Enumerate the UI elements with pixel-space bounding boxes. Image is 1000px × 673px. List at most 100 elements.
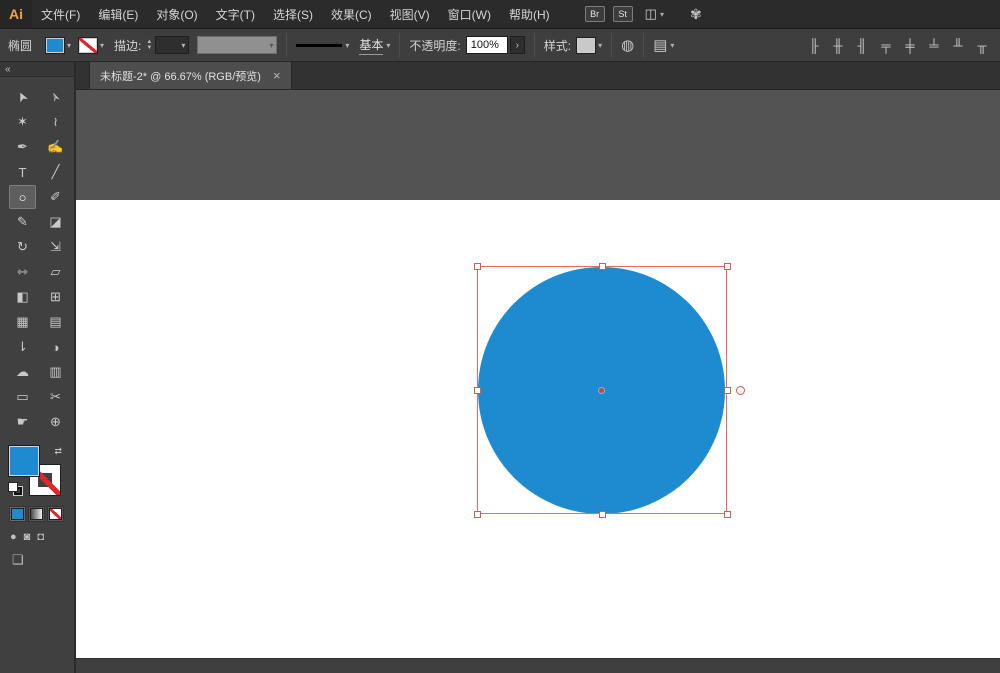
opacity-label: 不透明度: [409, 37, 460, 54]
document-tab[interactable]: 未标题-2* @ 66.67% (RGB/预览) × [89, 62, 292, 89]
menu-help[interactable]: 帮助(H) [500, 0, 559, 28]
free-transform-tool[interactable]: ▱ [42, 260, 69, 284]
workspace-switcher-icon[interactable]: ✾ [690, 6, 702, 23]
opacity-input[interactable] [466, 36, 508, 54]
symbol-sprayer-tool[interactable]: ☁ [9, 360, 36, 384]
type-tool[interactable]: T [9, 160, 36, 184]
menu-view[interactable]: 视图(V) [381, 0, 439, 28]
line-tool[interactable]: ╱ [42, 160, 69, 184]
variable-width-dropdown[interactable]: ▾ [197, 36, 277, 54]
pen-tool[interactable]: ✒ [9, 135, 36, 159]
distribute-h-icon[interactable]: ╥ [972, 38, 992, 53]
context-label: 椭圆 [8, 37, 32, 54]
scale-tool[interactable]: ⇲ [42, 235, 69, 259]
align-bottom-icon[interactable]: ╧ [924, 38, 944, 53]
stroke-caret-icon[interactable]: ▾ [100, 41, 104, 50]
color-button[interactable] [9, 506, 26, 522]
graph-tool[interactable]: ▥ [42, 360, 69, 384]
none-swatch [50, 509, 61, 519]
selection-handle-ne[interactable] [724, 263, 731, 270]
menu-edit[interactable]: 编辑(E) [89, 0, 147, 28]
chevron-down-icon[interactable]: ▾ [670, 41, 674, 50]
selection-handle-e[interactable] [724, 387, 731, 394]
perspective-grid-tool[interactable]: ⊞ [42, 285, 69, 309]
pencil-tool[interactable]: ✎ [9, 210, 36, 234]
menu-object[interactable]: 对象(O) [147, 0, 206, 28]
stock-button[interactable]: St [613, 6, 633, 22]
gradient-swatch [31, 509, 42, 519]
close-tab-icon[interactable]: × [273, 69, 281, 82]
selection-handle-nw[interactable] [474, 263, 481, 270]
stroke-color-swatch[interactable] [79, 38, 97, 53]
menu-effect[interactable]: 效果(C) [322, 0, 381, 28]
slice-tool[interactable]: ✂ [42, 385, 69, 409]
gradient-button[interactable] [28, 506, 45, 522]
fill-caret-icon[interactable]: ▾ [67, 41, 71, 50]
menu-file[interactable]: 文件(F) [32, 0, 89, 28]
draw-behind-icon[interactable]: ◙ [24, 531, 31, 543]
width-tool[interactable]: ⇿ [9, 260, 36, 284]
screen-mode-button[interactable]: ❏ [12, 552, 74, 568]
menu-window[interactable]: 窗口(W) [439, 0, 500, 28]
zoom-tool[interactable]: ⊕ [42, 410, 69, 434]
stroke-weight-stepper[interactable]: ▲ ▼ [146, 39, 152, 51]
collapse-panel-icon[interactable]: « [5, 64, 11, 75]
eyedropper-tool[interactable]: ⇂ [9, 335, 36, 359]
selection-handle-w[interactable] [474, 387, 481, 394]
shape-center-point[interactable] [599, 388, 604, 393]
chevron-down-icon[interactable]: ▾ [660, 10, 664, 19]
distribute-v-icon[interactable]: ╨ [948, 38, 968, 53]
selection-handle-n[interactable] [599, 263, 606, 270]
gradient-tool[interactable]: ▤ [42, 310, 69, 334]
blend-tool[interactable]: ◑ [42, 335, 69, 359]
fill-swatch[interactable] [9, 446, 39, 476]
brush-definition-dropdown[interactable]: 基本 [359, 36, 383, 55]
default-fill-stroke-icon[interactable] [9, 483, 24, 496]
rotate-tool[interactable]: ↻ [9, 235, 36, 259]
brush-caret-icon[interactable]: ▾ [345, 41, 349, 50]
swap-fill-stroke-icon[interactable]: ⇄ [54, 446, 62, 457]
shaper-tool[interactable]: ✍ [42, 135, 69, 159]
arrange-documents-icon[interactable]: ◫ [645, 6, 657, 22]
lasso-tool[interactable]: ≀ [42, 110, 69, 134]
drawing-mode-buttons: ● ◙ ◘ [10, 531, 74, 543]
align-v-center-icon[interactable]: ╪ [900, 38, 920, 53]
stepper-down-icon[interactable]: ▼ [146, 45, 152, 51]
chevron-down-icon: ▾ [181, 41, 185, 50]
illustrator-logo: Ai [0, 0, 32, 28]
artboard-tool[interactable]: ▭ [9, 385, 36, 409]
selection-handle-sw[interactable] [474, 511, 481, 518]
chevron-down-icon[interactable]: ▾ [386, 41, 390, 50]
magic-wand-tool[interactable]: ✶ [9, 110, 36, 134]
shape-builder-tool[interactable]: ◧ [9, 285, 36, 309]
align-top-icon[interactable]: ╤ [876, 38, 896, 53]
mesh-tool[interactable]: ▦ [9, 310, 36, 334]
opacity-panel-button[interactable]: › [510, 36, 525, 54]
graphic-style-swatch[interactable] [577, 38, 595, 53]
paintbrush-tool[interactable]: ✐ [42, 185, 69, 209]
align-right-icon[interactable]: ╢ [852, 38, 872, 53]
align-h-center-icon[interactable]: ╫ [828, 38, 848, 53]
document-viewport[interactable] [76, 90, 1000, 673]
stroke-weight-dropdown[interactable]: ▾ [155, 36, 189, 54]
draw-inside-icon[interactable]: ◘ [37, 531, 44, 543]
document-setup-icon[interactable]: ▤ [653, 36, 667, 54]
fill-color-swatch[interactable] [46, 38, 64, 53]
selection-handle-s[interactable] [599, 511, 606, 518]
align-left-icon[interactable]: ╟ [804, 38, 824, 53]
ellipse-tool[interactable]: ○ [9, 185, 36, 209]
none-button[interactable] [47, 506, 64, 522]
menu-type[interactable]: 文字(T) [207, 0, 264, 28]
eraser-tool[interactable]: ◪ [42, 210, 69, 234]
divider [611, 33, 612, 57]
live-shape-widget[interactable] [736, 386, 745, 395]
draw-normal-icon[interactable]: ● [10, 531, 17, 543]
recolor-artwork-icon[interactable]: ◍ [621, 36, 634, 54]
bridge-button[interactable]: Br [585, 6, 605, 22]
style-caret-icon[interactable]: ▾ [598, 41, 602, 50]
screen-mode-icon: ❏ [12, 552, 24, 567]
selection-handle-se[interactable] [724, 511, 731, 518]
hand-tool[interactable]: ☛ [9, 410, 36, 434]
menu-select[interactable]: 选择(S) [264, 0, 322, 28]
tools-panel-header: « [0, 62, 74, 77]
